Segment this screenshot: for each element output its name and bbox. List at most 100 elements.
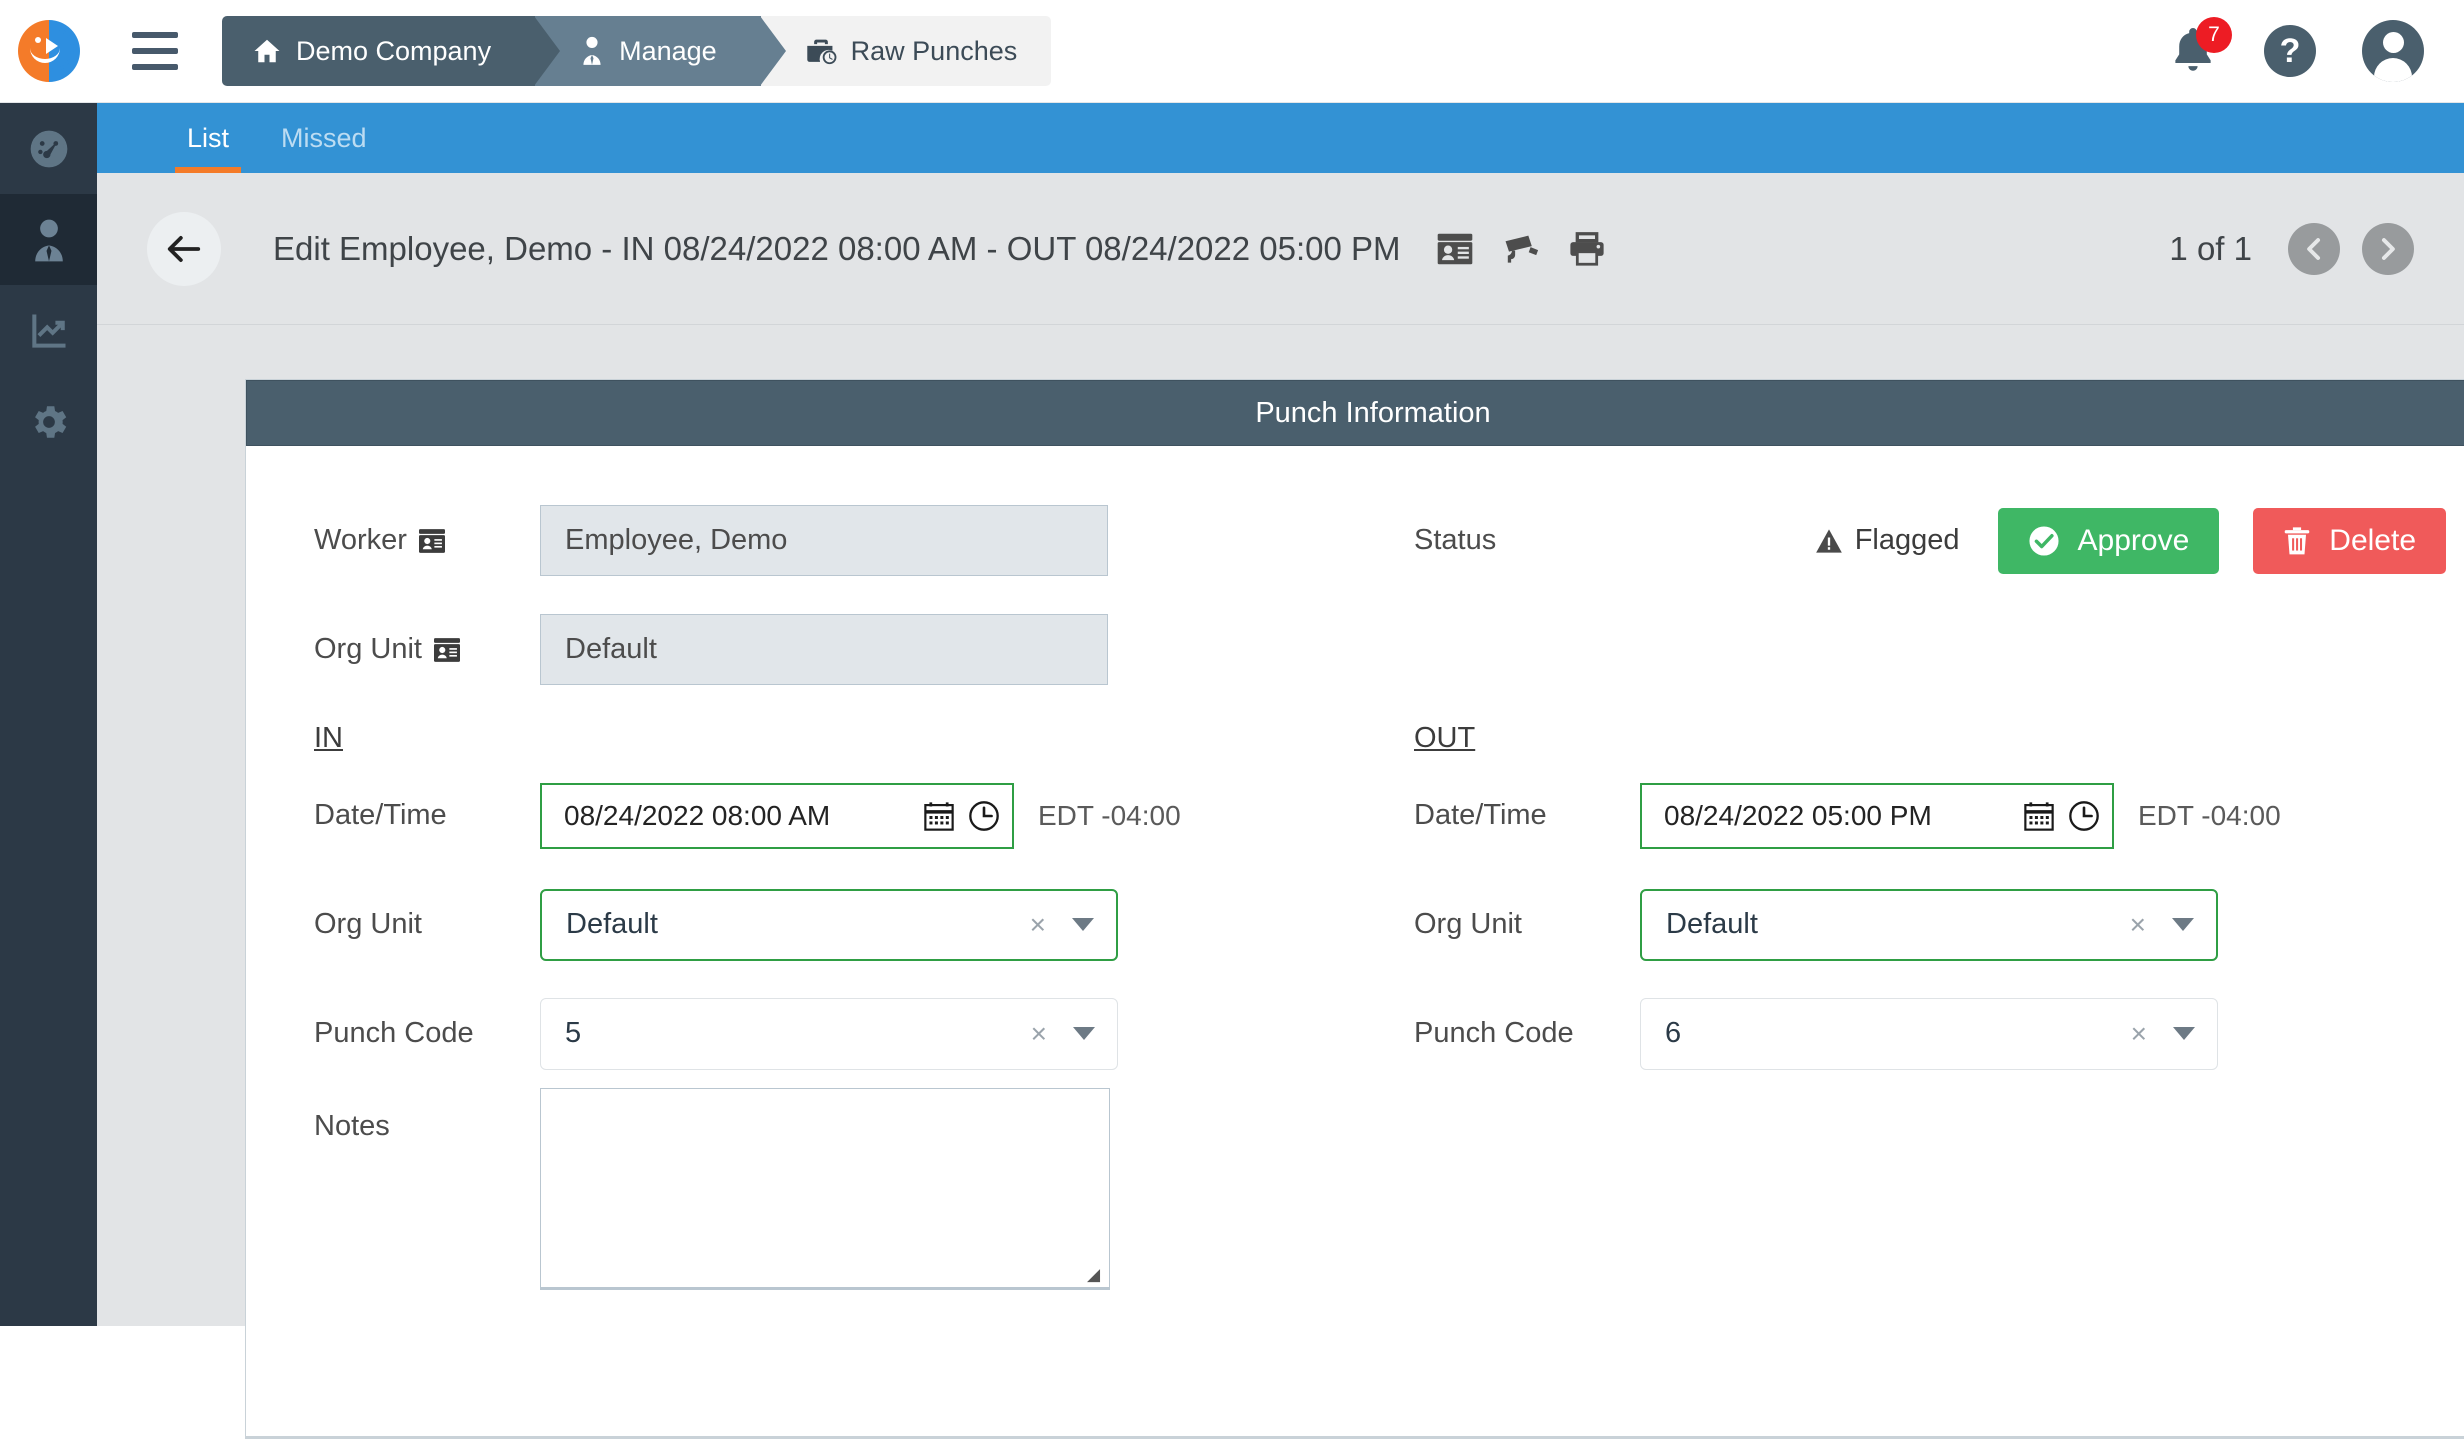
breadcrumb-item-raw-punches[interactable]: Raw Punches [760, 16, 1052, 86]
delete-button[interactable]: Delete [2253, 507, 2446, 574]
avatar-head [2383, 32, 2404, 53]
in-section-heading: IN [314, 722, 343, 754]
calendar-icon[interactable] [2024, 801, 2054, 831]
in-datetime-input[interactable]: 08/24/2022 08:00 AM [540, 782, 1014, 849]
notes-textarea[interactable]: ◢ [540, 1088, 1110, 1290]
sidebar-item-settings[interactable] [0, 376, 97, 467]
clock-icon[interactable] [968, 800, 1000, 832]
worker-row: Worker Employee, Demo [246, 486, 1346, 595]
out-punch-code-row: Punch Code 6 × [1346, 979, 2446, 1088]
out-punch-code-select[interactable]: 6 × [1640, 997, 2218, 1070]
breadcrumb-label: Demo Company [296, 35, 492, 66]
status-row: Status Flagged Approve Delete [1346, 486, 2446, 595]
clock-icon[interactable] [2068, 800, 2100, 832]
out-timezone-label: EDT -04:00 [2138, 799, 2281, 831]
hamburger-menu-icon[interactable] [132, 32, 178, 70]
out-org-unit-value: Default [1666, 908, 1758, 940]
sidebar-item-dashboard[interactable] [0, 103, 97, 194]
tab-list[interactable]: List [161, 103, 255, 173]
left-sidebar [0, 103, 97, 1326]
out-org-unit-row: Org Unit Default × [1346, 870, 2446, 979]
page-content: Edit Employee, Demo - IN 08/24/2022 08:0… [97, 173, 2464, 1439]
org-unit-readonly-label: Org Unit [314, 633, 422, 665]
clear-icon[interactable]: × [1031, 1018, 1047, 1050]
in-punch-code-select[interactable]: 5 × [540, 997, 1118, 1070]
card-title: Punch Information [1255, 396, 1491, 429]
chevron-down-icon[interactable] [1072, 918, 1094, 931]
out-punch-code-value: 6 [1665, 1017, 1682, 1049]
breadcrumb-item-demo-company[interactable]: Demo Company [222, 16, 561, 86]
worker-label-group: Worker [314, 524, 540, 557]
user-tie-icon [579, 36, 605, 66]
out-datetime-row: Date/Time 08/24/2022 05:00 PM EDT -04:00 [1346, 761, 2446, 870]
tab-label: List [187, 122, 230, 153]
help-icon: ? [2279, 31, 2301, 70]
form-columns: Worker Employee, Demo Org Unit Default I… [246, 486, 2464, 1318]
clear-icon[interactable]: × [2131, 1018, 2147, 1050]
out-section-heading: OUT [1414, 722, 1476, 754]
form-column-out: Status Flagged Approve Delete OUT Date/T… [1346, 486, 2446, 1318]
tab-missed[interactable]: Missed [255, 103, 393, 173]
id-card-icon [433, 637, 460, 662]
card-body: Worker Employee, Demo Org Unit Default I… [246, 446, 2464, 1436]
breadcrumb-label: Raw Punches [850, 35, 1018, 66]
right-column-spacer [1346, 595, 2446, 704]
breadcrumb-arrow [759, 16, 786, 86]
previous-page-button[interactable] [2288, 222, 2340, 275]
gear-icon [34, 405, 66, 438]
id-badge-icon[interactable] [1437, 233, 1473, 265]
chevron-down-icon[interactable] [2173, 1027, 2195, 1040]
in-punch-code-label: Punch Code [314, 1017, 474, 1049]
chevron-left-icon [2307, 237, 2321, 260]
back-button[interactable] [147, 211, 221, 286]
breadcrumb: Demo Company Manage Raw Punches [222, 16, 1052, 86]
sidebar-item-reports[interactable] [0, 285, 97, 376]
calendar-icon[interactable] [924, 801, 954, 831]
out-org-unit-label: Org Unit [1414, 908, 1522, 940]
status-badge: Flagged [1815, 524, 1960, 557]
in-org-unit-value: Default [566, 908, 658, 940]
resize-grip-icon[interactable]: ◢ [1087, 1266, 1105, 1284]
title-action-icons [1437, 231, 1605, 266]
arrow-left-icon [167, 235, 201, 262]
out-datetime-input[interactable]: 08/24/2022 05:00 PM [1640, 782, 2114, 849]
clear-icon[interactable]: × [1030, 909, 1046, 941]
id-card-icon [418, 528, 445, 553]
trash-icon [2283, 526, 2311, 556]
top-bar: Demo Company Manage Raw Punches 7 ? [0, 0, 2464, 103]
in-org-unit-select[interactable]: Default × [540, 888, 1118, 961]
page-title-row: Edit Employee, Demo - IN 08/24/2022 08:0… [97, 173, 2464, 325]
hamburger-bar [132, 48, 178, 54]
notifications-button[interactable]: 7 [2170, 17, 2232, 77]
approve-button[interactable]: Approve [1997, 507, 2220, 574]
approve-label: Approve [2077, 523, 2190, 557]
next-page-button[interactable] [2362, 222, 2414, 275]
breadcrumb-item-manage[interactable]: Manage [535, 16, 786, 86]
top-bar-actions: 7 ? [2170, 17, 2424, 82]
status-label: Status [1414, 524, 1497, 556]
notes-label: Notes [314, 1110, 390, 1142]
notification-badge: 7 [2196, 17, 2232, 53]
printer-icon[interactable] [1569, 231, 1605, 266]
gauge-icon [30, 130, 67, 167]
org-unit-readonly-row: Org Unit Default [246, 595, 1346, 704]
help-button[interactable]: ? [2264, 25, 2316, 77]
breadcrumb-label: Manage [619, 35, 717, 66]
out-org-unit-select[interactable]: Default × [1640, 888, 2218, 961]
hamburger-bar [132, 64, 178, 70]
chevron-down-icon[interactable] [2172, 918, 2194, 931]
user-avatar[interactable] [2362, 20, 2424, 82]
check-circle-icon [2028, 525, 2060, 557]
worker-label: Worker [314, 524, 407, 556]
chevron-down-icon[interactable] [1073, 1027, 1095, 1040]
app-logo[interactable] [18, 20, 80, 82]
in-org-unit-label: Org Unit [314, 908, 422, 940]
out-datetime-label: Date/Time [1414, 799, 1547, 831]
pagination-label: 1 of 1 [2169, 229, 2252, 267]
user-tie-icon [34, 219, 63, 261]
pagination: 1 of 1 [2169, 222, 2414, 275]
sidebar-item-manage[interactable] [0, 194, 97, 285]
security-camera-icon[interactable] [1501, 233, 1541, 265]
card-header: Punch Information [246, 380, 2464, 446]
clear-icon[interactable]: × [2130, 909, 2146, 941]
